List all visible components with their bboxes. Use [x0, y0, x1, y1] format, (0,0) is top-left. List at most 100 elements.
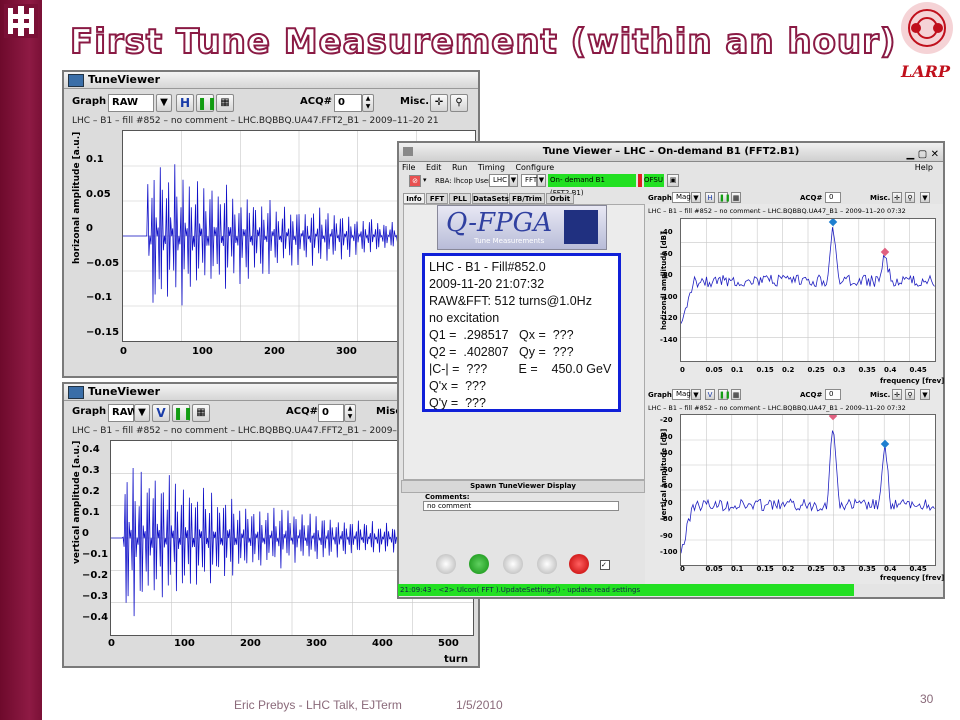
y-tick-label: 0.3 [82, 465, 100, 476]
ondemand-status: On- demand B1 (FFT2.B1) [548, 174, 636, 197]
pause-icon[interactable] [537, 554, 557, 574]
mode-select[interactable]: FFT [521, 174, 537, 187]
v-button[interactable]: V [705, 389, 715, 400]
pause-icon[interactable]: ❚❚ [718, 389, 731, 400]
play-icon[interactable] [469, 554, 489, 574]
menu-configure[interactable]: Configure [515, 163, 554, 172]
horizontal-spectrum-plot [680, 217, 936, 362]
x-tick-label: 0 [108, 638, 115, 649]
mag-select[interactable]: Mag [672, 192, 691, 203]
spawn-tuneviewer-button[interactable]: Spawn TuneViewer Display [401, 480, 645, 493]
tab-info[interactable]: Info [403, 193, 425, 204]
pause-icon[interactable]: ❚❚ [196, 94, 217, 112]
menu-run[interactable]: Run [452, 163, 467, 172]
mag-select[interactable]: Mag [672, 389, 691, 400]
y-tick-label: -90 [660, 531, 673, 540]
y-tick-label: −0.3 [82, 591, 109, 602]
peak-marker-icon [880, 439, 890, 449]
chevron-down-icon[interactable]: ▼ [134, 404, 150, 422]
acq-input[interactable]: 0 [825, 389, 841, 400]
y-tick-label: 0.4 [82, 444, 100, 455]
acq-spinner[interactable]: ▲ ▼ [344, 404, 356, 422]
status-indicator [638, 174, 642, 187]
x-tick-label: 0.3 [833, 366, 846, 374]
h-button[interactable]: H [176, 94, 194, 112]
comments-field[interactable]: no comment [423, 501, 619, 511]
info-line-q2: Q2 = .402807 Qy = ??? [429, 345, 574, 359]
v-button[interactable]: V [152, 404, 170, 422]
y-tick-label: -50 [660, 465, 673, 474]
h-button[interactable]: H [705, 192, 715, 203]
window-titlebar: Tune Viewer – LHC – On-demand B1 (FFT2.B… [399, 143, 943, 162]
graph-label: Graph [648, 391, 672, 399]
x-tick-label: 0.2 [782, 366, 795, 374]
tab-fft[interactable]: FFT [426, 193, 448, 204]
info-line-chroma-x: Q'x = ??? [429, 379, 486, 393]
x-tick-label: 0.15 [756, 366, 774, 374]
grid-icon[interactable]: ▦ [731, 389, 741, 400]
page-number: 30 [920, 692, 934, 706]
zoom-icon[interactable]: ⚲ [905, 192, 915, 203]
rewind-icon[interactable] [436, 554, 456, 574]
crosshair-icon[interactable]: ✛ [430, 94, 448, 112]
vertical-spectrum-trace [680, 411, 935, 565]
pause-icon[interactable]: ❚❚ [172, 404, 193, 422]
chevron-down-icon[interactable]: ▼ [691, 192, 701, 203]
chevron-down-icon[interactable]: ▼ [691, 389, 701, 400]
crosshair-icon[interactable]: ✛ [892, 192, 902, 203]
pause-icon[interactable]: ❚❚ [718, 192, 731, 203]
camera-icon[interactable]: ▣ [667, 174, 679, 187]
y-tick-label: -80 [660, 271, 673, 279]
y-tick-label: −0.1 [82, 549, 109, 560]
y-axis-label: horizonal amplitude [a.u.] [72, 131, 82, 264]
step-icon[interactable] [503, 554, 523, 574]
zoom-icon[interactable]: ⚲ [905, 389, 915, 400]
acq-spinner[interactable]: ▲ ▼ [362, 94, 374, 112]
x-axis-label: frequency [frev] [880, 377, 945, 385]
x-tick-label: 0.25 [807, 366, 825, 374]
zoom-icon[interactable]: ⚲ [450, 94, 468, 112]
y-tick-label: −0.4 [82, 612, 109, 623]
acq-input[interactable]: 0 [334, 94, 362, 112]
tab-fb-trim[interactable]: FB/Trim [509, 193, 545, 204]
y-tick-label: 0.2 [82, 486, 100, 497]
status-bar: 21:09:43 - <2> Ulcon( FFT ).UpdateSettin… [398, 584, 854, 596]
spectrum-subtitle: LHC – B1 – fill #852 – no comment – LHC.… [648, 404, 906, 412]
menu-help[interactable]: Help [915, 162, 933, 174]
chevron-down-icon[interactable]: ▼ [537, 174, 546, 187]
stop-icon[interactable] [569, 554, 589, 574]
y-tick-label: -120 [660, 314, 678, 322]
crosshair-icon[interactable]: ✛ [892, 389, 902, 400]
tab-orbit[interactable]: Orbit [546, 193, 574, 204]
mode-select[interactable]: RAW [108, 94, 154, 112]
menu-timing[interactable]: Timing [478, 163, 505, 172]
x-tick-label: 200 [240, 638, 261, 649]
acq-input[interactable]: 0 [825, 192, 841, 203]
x-tick-label: 400 [372, 638, 393, 649]
dropdown-icon[interactable]: ▾ [423, 176, 427, 184]
grid-icon[interactable]: ▦ [731, 192, 741, 203]
chevron-down-icon[interactable]: ▼ [156, 94, 172, 112]
auto-checkbox[interactable]: ✓ [600, 560, 610, 570]
y-tick-label: 0.1 [86, 154, 104, 165]
mode-select[interactable]: RAW [108, 404, 138, 422]
tab-datasets[interactable]: DataSets [472, 193, 509, 204]
acq-label: ACQ# [800, 391, 823, 399]
chevron-down-icon[interactable]: ▼ [509, 174, 518, 187]
menu-edit[interactable]: Edit [426, 163, 442, 172]
info-line-excitation: no excitation [429, 311, 500, 325]
grid-icon[interactable]: ▦ [216, 94, 234, 112]
tab-pll[interactable]: PLL [449, 193, 471, 204]
user-select[interactable]: LHC [489, 174, 509, 187]
chevron-down-icon[interactable]: ▼ [920, 389, 930, 400]
menu-file[interactable]: File [402, 163, 415, 172]
y-tick-label: 0.05 [86, 188, 111, 200]
stop-icon[interactable]: ⊘ [409, 175, 421, 187]
window-menu-icon[interactable] [403, 147, 413, 156]
chevron-down-icon[interactable]: ▼ [920, 192, 930, 203]
grid-icon[interactable]: ▦ [192, 404, 210, 422]
y-tick-label: −0.15 [86, 326, 120, 338]
spectrum-subtitle: LHC – B1 – fill #852 – no comment – LHC.… [648, 207, 906, 215]
footer-author: Eric Prebys - LHC Talk, EJTerm [234, 698, 402, 712]
acq-input[interactable]: 0 [318, 404, 344, 422]
